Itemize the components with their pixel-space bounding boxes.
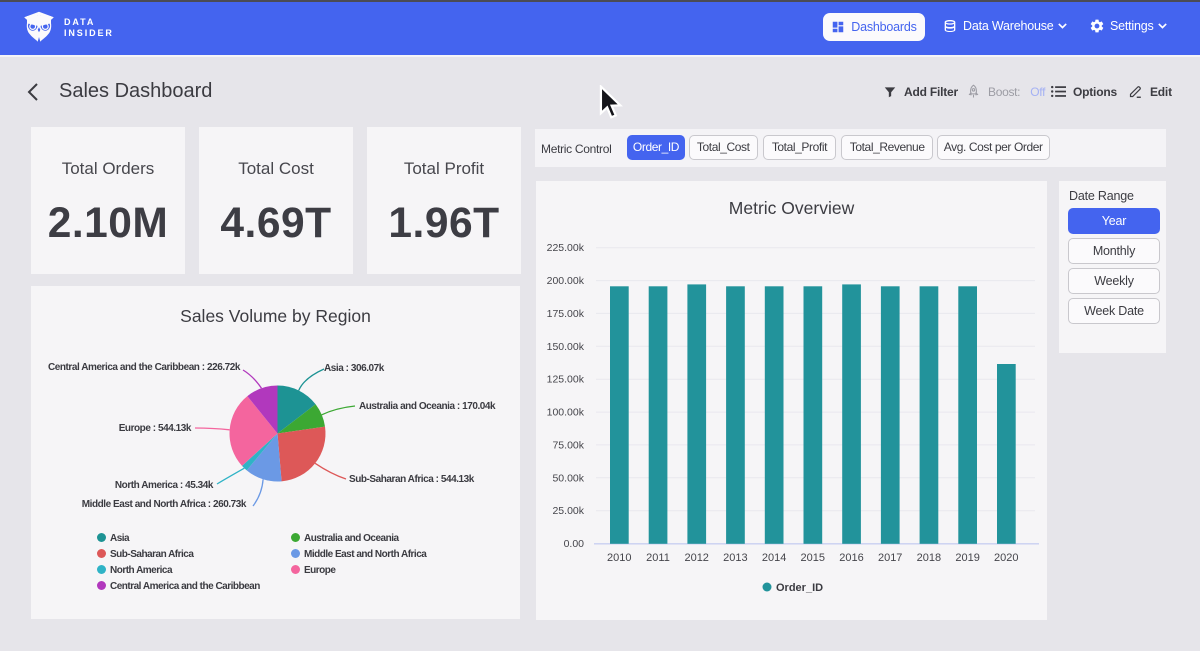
svg-text:2020: 2020 xyxy=(994,552,1018,564)
svg-text:2010: 2010 xyxy=(607,552,631,564)
svg-text:225.00k: 225.00k xyxy=(547,242,585,254)
svg-text:2015: 2015 xyxy=(801,552,825,564)
svg-text:2018: 2018 xyxy=(917,552,941,564)
svg-text:2011: 2011 xyxy=(646,552,670,564)
svg-text:125.00k: 125.00k xyxy=(547,374,585,386)
svg-text:2017: 2017 xyxy=(878,552,902,564)
svg-text:2014: 2014 xyxy=(762,552,786,564)
svg-text:2012: 2012 xyxy=(684,552,708,564)
svg-text:2016: 2016 xyxy=(839,552,863,564)
svg-text:Order_ID: Order_ID xyxy=(776,582,823,594)
svg-text:2019: 2019 xyxy=(955,552,979,564)
svg-text:100.00k: 100.00k xyxy=(547,407,585,419)
svg-text:50.00k: 50.00k xyxy=(552,472,584,484)
svg-text:0.00: 0.00 xyxy=(564,538,585,550)
svg-text:175.00k: 175.00k xyxy=(547,308,585,320)
svg-text:25.00k: 25.00k xyxy=(552,505,584,517)
svg-text:200.00k: 200.00k xyxy=(547,275,585,287)
svg-text:150.00k: 150.00k xyxy=(547,341,585,353)
svg-text:75.00k: 75.00k xyxy=(552,439,584,451)
svg-text:2013: 2013 xyxy=(723,552,747,564)
